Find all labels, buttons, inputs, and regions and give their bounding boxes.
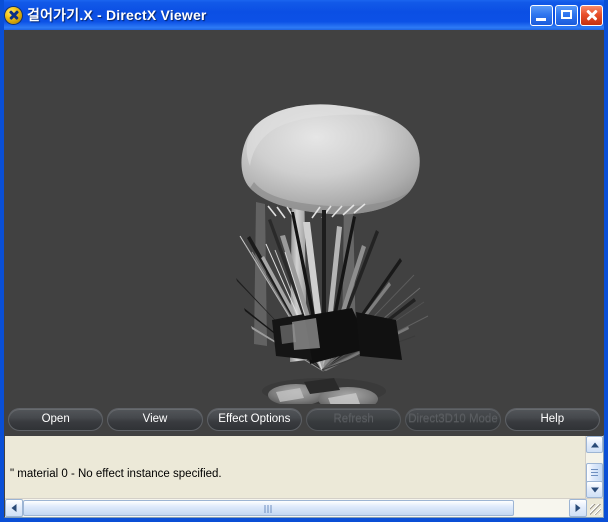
chevron-right-icon	[575, 504, 581, 512]
window-title: 걸어가기.X - DirectX Viewer	[27, 7, 207, 23]
resize-grip[interactable]	[587, 499, 603, 517]
directx-3d-viewport[interactable]	[4, 30, 604, 404]
maximize-button[interactable]	[555, 4, 578, 26]
directx-viewer-window: 걸어가기.X - DirectX Viewer Open View Effect…	[0, 0, 608, 522]
minimize-button[interactable]	[530, 4, 553, 26]
refresh-button: Refresh	[305, 407, 402, 431]
directx-app-icon	[5, 6, 22, 24]
log-panel: " material 0 - No effect instance specif…	[4, 435, 604, 518]
title-bar[interactable]: 걸어가기.X - DirectX Viewer	[4, 0, 604, 30]
view-button[interactable]: View	[107, 407, 203, 431]
scroll-down-button[interactable]	[586, 481, 603, 498]
client-area: Open View Effect Options Refresh Direct3…	[4, 30, 604, 518]
open-button[interactable]: Open	[8, 407, 104, 431]
log-text-area[interactable]: " material 0 - No effect instance specif…	[5, 436, 585, 498]
vertical-scrollbar[interactable]	[585, 436, 603, 498]
horizontal-scroll-thumb[interactable]	[23, 500, 515, 516]
log-line: " material 0 - No effect instance specif…	[10, 468, 222, 480]
vertical-scroll-track[interactable]	[586, 453, 603, 484]
log-body: " material 0 - No effect instance specif…	[5, 436, 603, 498]
effect-options-button[interactable]: Effect Options	[206, 407, 302, 431]
3d-model-render	[4, 30, 604, 404]
direct3d10-mode-button: Direct3D10 Mode	[405, 407, 501, 431]
chevron-up-icon	[590, 442, 599, 447]
help-button[interactable]: Help	[504, 407, 600, 431]
horizontal-scroll-track[interactable]	[23, 499, 569, 517]
toolbar: Open View Effect Options Refresh Direct3…	[4, 404, 604, 434]
scroll-left-button[interactable]	[5, 499, 23, 517]
close-button[interactable]	[580, 4, 603, 26]
chevron-down-icon	[590, 487, 599, 492]
chevron-left-icon	[11, 504, 17, 512]
scroll-right-button[interactable]	[569, 499, 587, 517]
window-controls	[530, 4, 604, 26]
horizontal-scrollbar[interactable]	[5, 498, 603, 517]
scroll-up-button[interactable]	[586, 436, 603, 453]
